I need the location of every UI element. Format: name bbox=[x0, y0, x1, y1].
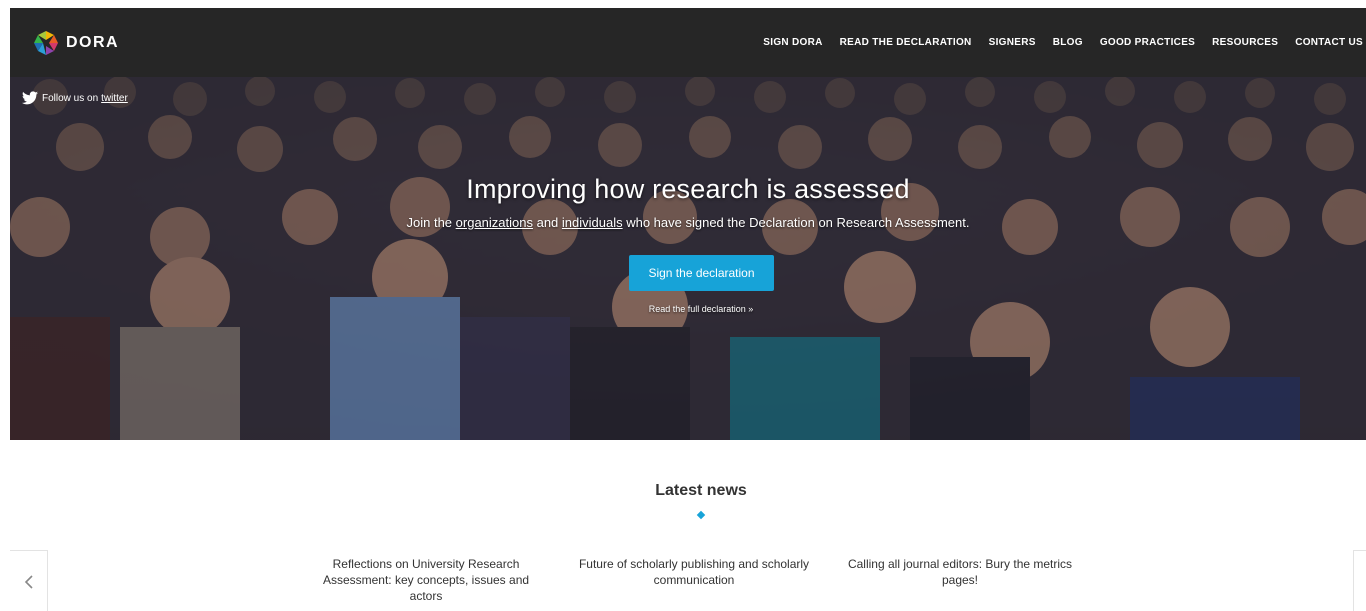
follow-twitter: Follow us on twitter bbox=[22, 91, 128, 105]
latest-news-section: Latest news Reflections on University Re… bbox=[10, 440, 1366, 611]
hero-subtitle: Join the organizations and individuals w… bbox=[10, 215, 1366, 230]
individuals-link[interactable]: individuals bbox=[562, 215, 623, 230]
twitter-link[interactable]: twitter bbox=[101, 93, 128, 104]
top-navbar: DORA SIGN DORA READ THE DECLARATION SIGN… bbox=[10, 8, 1366, 77]
news-item[interactable]: Calling all journal editors: Bury the me… bbox=[831, 556, 1089, 604]
subtitle-text-2: and bbox=[532, 215, 562, 230]
nav-good-practices[interactable]: GOOD PRACTICES bbox=[1100, 37, 1195, 48]
nav-blog[interactable]: BLOG bbox=[1053, 37, 1083, 48]
subtitle-text-1: Join the bbox=[406, 215, 456, 230]
latest-news-heading: Latest news bbox=[655, 482, 747, 499]
news-item[interactable]: Future of scholarly publishing and schol… bbox=[565, 556, 823, 604]
window-left-border bbox=[0, 8, 10, 611]
subtitle-text-3: who have signed the Declaration on Resea… bbox=[622, 215, 970, 230]
dora-logo-icon bbox=[34, 30, 58, 55]
brand[interactable]: DORA bbox=[32, 29, 119, 57]
carousel-next-button[interactable] bbox=[1353, 550, 1366, 611]
nav-sign-dora[interactable]: SIGN DORA bbox=[763, 37, 822, 48]
nav-contact-us[interactable]: CONTACT US bbox=[1295, 37, 1363, 48]
organizations-link[interactable]: organizations bbox=[456, 215, 533, 230]
nav-resources[interactable]: RESOURCES bbox=[1212, 37, 1278, 48]
twitter-icon[interactable] bbox=[22, 91, 38, 105]
carousel-prev-button[interactable] bbox=[10, 550, 48, 611]
news-carousel: Reflections on University Research Asses… bbox=[308, 556, 1106, 604]
brand-name: DORA bbox=[66, 33, 120, 51]
nav-read-declaration[interactable]: READ THE DECLARATION bbox=[840, 37, 972, 48]
follow-text: Follow us on bbox=[42, 92, 99, 104]
chevron-left-icon bbox=[24, 575, 33, 589]
news-item[interactable]: Reflections on University Research Asses… bbox=[308, 556, 544, 604]
divider-diamond-icon bbox=[696, 510, 706, 520]
sign-declaration-button[interactable]: Sign the declaration bbox=[629, 255, 774, 291]
main-nav: SIGN DORA READ THE DECLARATION SIGNERS B… bbox=[746, 37, 1363, 48]
hero-title: Improving how research is assessed bbox=[466, 174, 910, 204]
read-full-declaration-link[interactable]: Read the full declaration » bbox=[10, 304, 1366, 314]
hero-banner: Follow us on twitter Improving how resea… bbox=[10, 77, 1366, 440]
window-top-border bbox=[0, 0, 1366, 8]
nav-signers[interactable]: SIGNERS bbox=[989, 37, 1036, 48]
